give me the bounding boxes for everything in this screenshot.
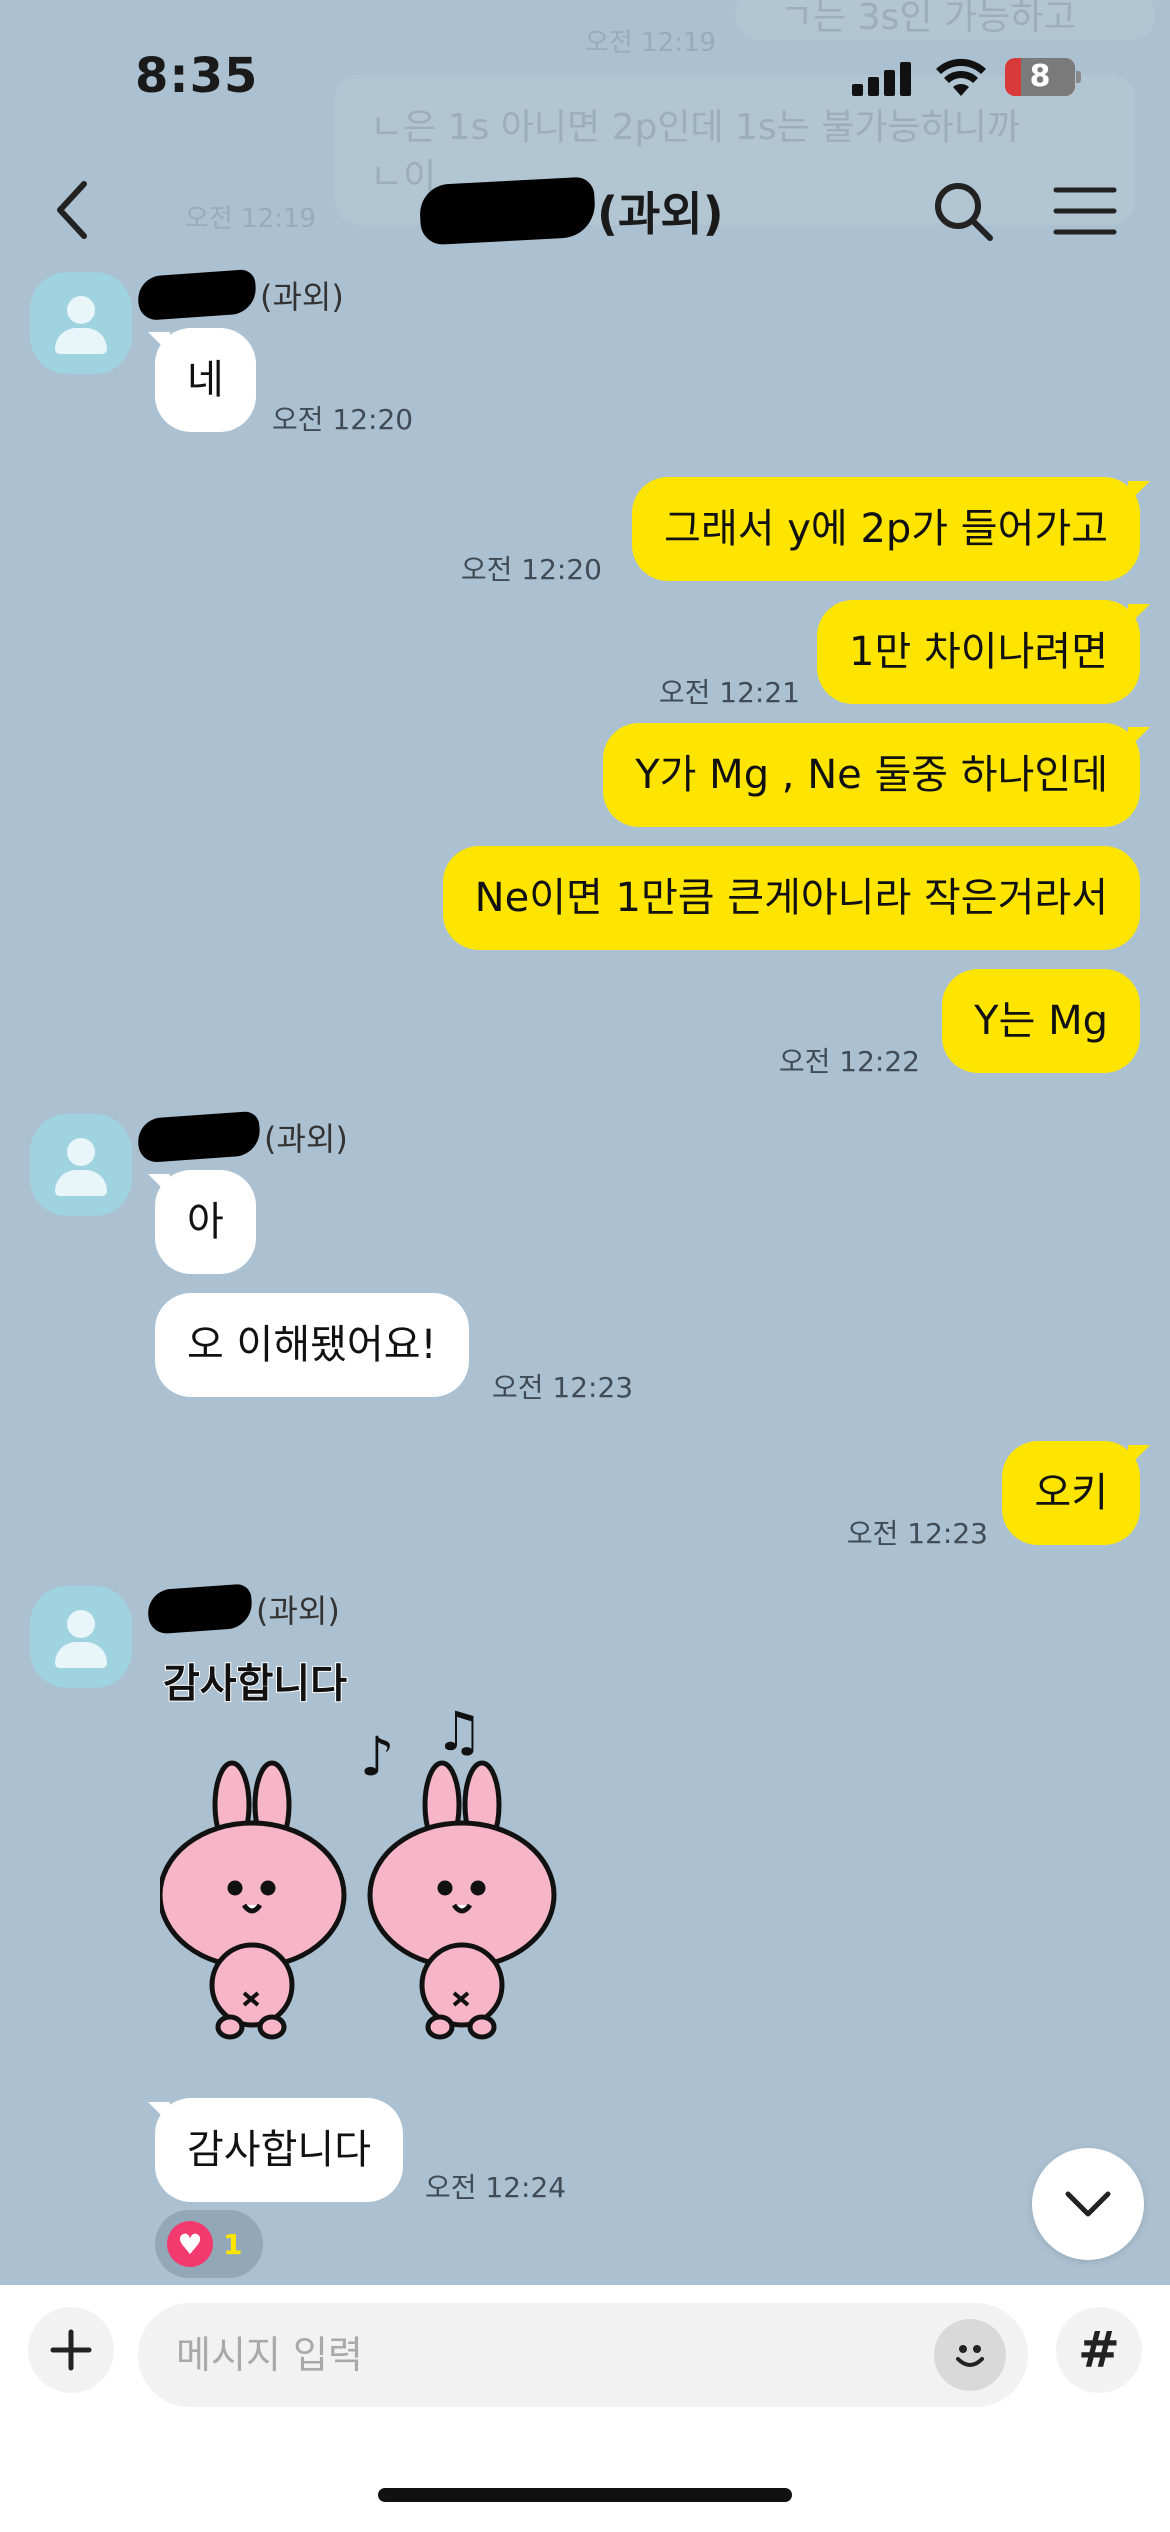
avatar[interactable] <box>30 1114 132 1216</box>
reaction-badge[interactable]: ♥ 1 <box>155 2210 263 2278</box>
heart-icon: ♥ <box>167 2221 213 2267</box>
redacted-name <box>146 1583 254 1635</box>
status-time: 8:35 <box>135 48 259 104</box>
wifi-icon <box>936 58 986 96</box>
scroll-to-bottom-button[interactable] <box>1032 2148 1144 2260</box>
outgoing-message[interactable]: Y는 Mg <box>942 969 1140 1073</box>
outgoing-message[interactable]: Y가 Mg , Ne 둘중 하나인데 <box>603 723 1140 827</box>
music-note-icon: ♫ <box>435 1700 483 1763</box>
bubble-tail <box>1128 727 1150 749</box>
sender-name: (과외) <box>136 1110 348 1164</box>
incoming-message[interactable]: 아 <box>155 1170 256 1274</box>
sticker-text: 감사합니다 <box>163 1661 347 1707</box>
bunny-sticker[interactable]: 감사합니다 ♪ ♫ <box>160 1655 600 2055</box>
avatar[interactable] <box>30 272 132 374</box>
message-time: 오전 12:20 <box>272 403 414 436</box>
bunny-icon <box>160 1760 347 2040</box>
message-time: 오전 12:24 <box>425 2171 567 2204</box>
chat-title: (과외) <box>418 176 724 246</box>
sender-name: (과외) <box>146 1582 340 1636</box>
chevron-down-icon <box>1065 2191 1111 2217</box>
hash-button[interactable]: # <box>1056 2307 1142 2393</box>
chat-header: (과외) <box>0 150 1170 270</box>
chat-screen: ㄱ는 3s인 가능하고 오전 12:19 ㄴ은 1s 아니면 2p인데 1s는 … <box>0 0 1170 2532</box>
message-input[interactable] <box>138 2303 1028 2407</box>
chevron-left-icon[interactable] <box>40 172 110 248</box>
bubble-tail <box>1128 604 1150 626</box>
battery-level: 8 <box>1029 59 1051 94</box>
chat-title-text: (과외) <box>597 187 724 241</box>
hamburger-menu-icon[interactable] <box>1050 180 1120 242</box>
search-icon[interactable] <box>928 176 998 246</box>
outgoing-message[interactable]: 그래서 y에 2p가 들어가고 <box>632 477 1140 581</box>
outgoing-message[interactable]: Ne이면 1만큼 큰게아니라 작은거라서 <box>442 846 1140 950</box>
sender-name: (과외) <box>136 268 344 322</box>
message-time: 오전 12:23 <box>846 1517 988 1550</box>
redacted-name <box>418 176 597 246</box>
music-note-icon: ♪ <box>360 1725 394 1788</box>
message-time: 오전 12:22 <box>778 1045 920 1078</box>
reaction-count: 1 <box>223 2227 243 2261</box>
message-time: 오전 12:20 <box>460 553 602 586</box>
emoji-button[interactable] <box>934 2319 1006 2391</box>
outgoing-message[interactable]: 1만 차이나려면 <box>817 600 1140 704</box>
message-time: 오전 12:23 <box>492 1371 634 1404</box>
outgoing-message[interactable]: 오키 <box>1002 1441 1140 1545</box>
emoji-icon <box>956 2345 984 2367</box>
home-indicator <box>378 2488 792 2502</box>
attach-button[interactable] <box>28 2307 114 2393</box>
bubble-tail <box>1128 1445 1150 1467</box>
bunny-icon <box>367 1760 557 2040</box>
incoming-message[interactable]: 네 <box>155 328 256 432</box>
battery-icon: 8 <box>1005 58 1081 96</box>
bubble-tail <box>1128 481 1150 503</box>
avatar[interactable] <box>30 1586 132 1688</box>
redacted-name <box>136 268 258 322</box>
status-bar: 8:35 8 <box>0 0 1170 150</box>
cellular-signal-icon <box>852 62 912 96</box>
incoming-message[interactable]: 감사합니다 <box>155 2098 403 2202</box>
plus-icon <box>50 2329 92 2371</box>
message-time: 오전 12:21 <box>658 676 800 709</box>
redacted-name <box>136 1110 262 1164</box>
incoming-message[interactable]: 오 이해됐어요! <box>155 1293 469 1397</box>
